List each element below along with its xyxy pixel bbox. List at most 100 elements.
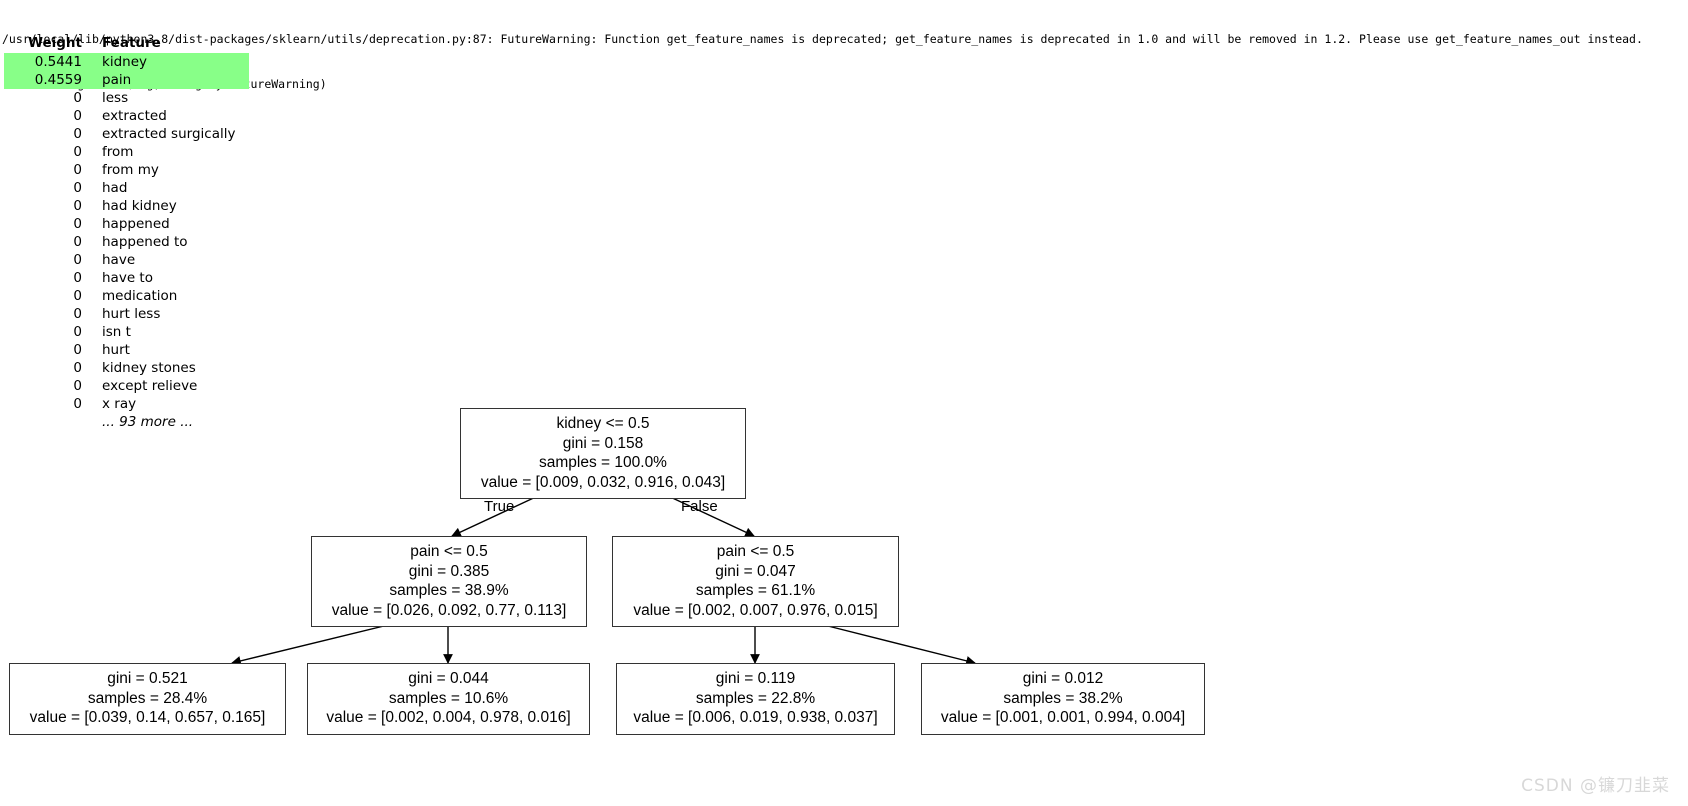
- feature-weights-table: Weight Feature 0.5441 kidney 0.4559 pain 0 le…: [4, 34, 250, 431]
- warning-line-warn-call: warnings.warn(msg, category=FutureWarnin…: [2, 77, 1686, 92]
- cell-weight: 0: [73, 216, 82, 232]
- warning-line-deprecation: /usr/local/lib/python3.8/dist-packages/s…: [2, 32, 1643, 46]
- cell-weight: 0: [73, 252, 82, 268]
- cell-feature: have: [102, 252, 136, 268]
- cell-weight: 0: [73, 90, 82, 106]
- cell-more-spacer: [4, 413, 92, 431]
- node-right-condition: pain <= 0.5: [716, 543, 795, 560]
- cell-feature: hurt less: [102, 306, 161, 322]
- cell-weight: 0: [73, 198, 82, 214]
- cell-feature: except relieve: [102, 378, 198, 394]
- node-right-samples: samples = 61.1%: [695, 582, 816, 599]
- table-row: 0 isn t: [4, 323, 249, 341]
- node-left-samples: samples = 38.9%: [389, 582, 509, 599]
- cell-feature: isn t: [102, 324, 131, 340]
- column-header-feature: Feature: [102, 35, 161, 51]
- table-row: 0 have: [4, 251, 249, 269]
- cell-more-label: ... 93 more ...: [102, 414, 194, 430]
- node-leaf1-samples: samples = 28.4%: [87, 689, 208, 707]
- table-row: 0 kidney stones: [4, 359, 249, 377]
- tree-node-leaf1: gini = 0.521 samples = 28.4% value = [0.…: [9, 663, 286, 735]
- node-left-condition: pain <= 0.5: [410, 543, 488, 560]
- table-row: 0 had kidney: [4, 197, 249, 215]
- node-leaf4-value: value = [0.001, 0.001, 0.994, 0.004]: [940, 709, 1186, 726]
- node-left-gini: gini = 0.385: [408, 562, 490, 580]
- cell-weight: 0: [73, 144, 82, 160]
- tree-node-leaf4: gini = 0.012 samples = 38.2% value = [0.…: [921, 663, 1205, 735]
- table-row: 0 had: [4, 179, 249, 197]
- cell-feature: from my: [102, 162, 159, 178]
- cell-feature: less: [102, 90, 129, 106]
- cell-feature: had: [102, 180, 128, 196]
- node-leaf3-value: value = [0.006, 0.019, 0.938, 0.037]: [633, 709, 878, 726]
- python-warning-output: /usr/local/lib/python3.8/dist-packages/s…: [2, 2, 1686, 107]
- table-row: 0 extracted surgically: [4, 125, 249, 143]
- node-root-samples: samples = 100.0%: [539, 454, 667, 471]
- cell-weight: 0: [73, 306, 82, 322]
- cell-weight: 0: [73, 180, 82, 196]
- cell-weight: 0: [73, 126, 82, 142]
- node-left-value: value = [0.026, 0.092, 0.77, 0.113]: [331, 601, 567, 619]
- cell-feature: x ray: [102, 396, 137, 412]
- node-leaf2-gini: gini = 0.044: [408, 670, 489, 687]
- edge-root-to-left: [451, 494, 541, 537]
- node-leaf3-samples: samples = 22.8%: [695, 689, 816, 707]
- node-leaf4-samples: samples = 38.2%: [1003, 689, 1123, 707]
- cell-weight: 0: [73, 270, 82, 286]
- table-row-more: ... 93 more ...: [4, 413, 249, 431]
- node-leaf2-samples: samples = 10.6%: [388, 689, 509, 707]
- table-row: 0 from: [4, 143, 249, 161]
- csdn-watermark: CSDN @镰刀韭菜: [1521, 776, 1670, 796]
- table-header-row: Weight Feature: [4, 34, 249, 53]
- table-row: 0 except relieve: [4, 377, 249, 395]
- table-row: 0 happened to: [4, 233, 249, 251]
- node-leaf3-gini: gini = 0.119: [715, 670, 796, 687]
- node-root-gini: gini = 0.158: [562, 434, 644, 452]
- node-right-value: value = [0.002, 0.007, 0.976, 0.015]: [633, 601, 878, 619]
- cell-weight: 0.4559: [4, 71, 92, 89]
- edge-root-to-right: [665, 494, 755, 537]
- table-row: 0 medication: [4, 287, 249, 305]
- cell-feature: kidney stones: [102, 360, 196, 376]
- cell-weight: 0: [73, 396, 82, 412]
- cell-feature: extracted: [102, 108, 167, 124]
- cell-feature: extracted surgically: [102, 126, 236, 142]
- table-row: 0 have to: [4, 269, 249, 287]
- decision-tree-diagram: kidney <= 0.5 gini = 0.158 samples = 100…: [0, 0, 1688, 806]
- node-right-gini: gini = 0.047: [715, 562, 796, 580]
- table-row: 0 extracted: [4, 107, 249, 125]
- cell-feature: from: [102, 144, 134, 160]
- cell-weight: 0: [73, 324, 82, 340]
- cell-weight: 0: [73, 378, 82, 394]
- node-root-condition: kidney <= 0.5: [556, 415, 650, 432]
- node-leaf4-gini: gini = 0.012: [1022, 670, 1104, 687]
- cell-weight: 0: [73, 342, 82, 358]
- table-row: 0 hurt less: [4, 305, 249, 323]
- edge-left-to-leaf1: [231, 623, 393, 666]
- feature-weights-body: 0.5441 kidney 0.4559 pain 0 less 0 extracted 0 ex…: [4, 53, 250, 431]
- column-header-weight: Weight: [28, 35, 82, 51]
- node-leaf2-value: value = [0.002, 0.004, 0.978, 0.016]: [326, 709, 571, 726]
- table-row: 0.4559 pain: [4, 71, 250, 89]
- cell-feature: pain: [92, 71, 250, 89]
- cell-weight: 0: [73, 162, 82, 178]
- cell-feature: medication: [102, 288, 178, 304]
- tree-node-leaf3: gini = 0.119 samples = 22.8% value = [0.…: [616, 663, 895, 735]
- cell-feature: kidney: [92, 53, 250, 71]
- cell-feature: happened: [102, 216, 170, 232]
- edge-label-true: True: [484, 498, 515, 515]
- cell-feature: happened to: [102, 234, 188, 250]
- cell-weight: 0.5441: [4, 53, 92, 71]
- edge-label-false: False: [681, 498, 718, 515]
- node-root-value: value = [0.009, 0.032, 0.916, 0.043]: [480, 473, 726, 491]
- tree-node-root: kidney <= 0.5 gini = 0.158 samples = 100…: [460, 408, 746, 499]
- node-leaf1-value: value = [0.039, 0.14, 0.657, 0.165]: [29, 709, 266, 726]
- table-row: 0 from my: [4, 161, 249, 179]
- cell-feature: had kidney: [102, 198, 177, 214]
- tree-node-left: pain <= 0.5 gini = 0.385 samples = 38.9%…: [311, 536, 587, 627]
- table-row: 0 x ray: [4, 395, 249, 413]
- cell-feature: have to: [102, 270, 153, 286]
- table-row: 0.5441 kidney: [4, 53, 250, 71]
- tree-node-leaf2: gini = 0.044 samples = 10.6% value = [0.…: [307, 663, 590, 735]
- table-row: 0 less: [4, 89, 249, 107]
